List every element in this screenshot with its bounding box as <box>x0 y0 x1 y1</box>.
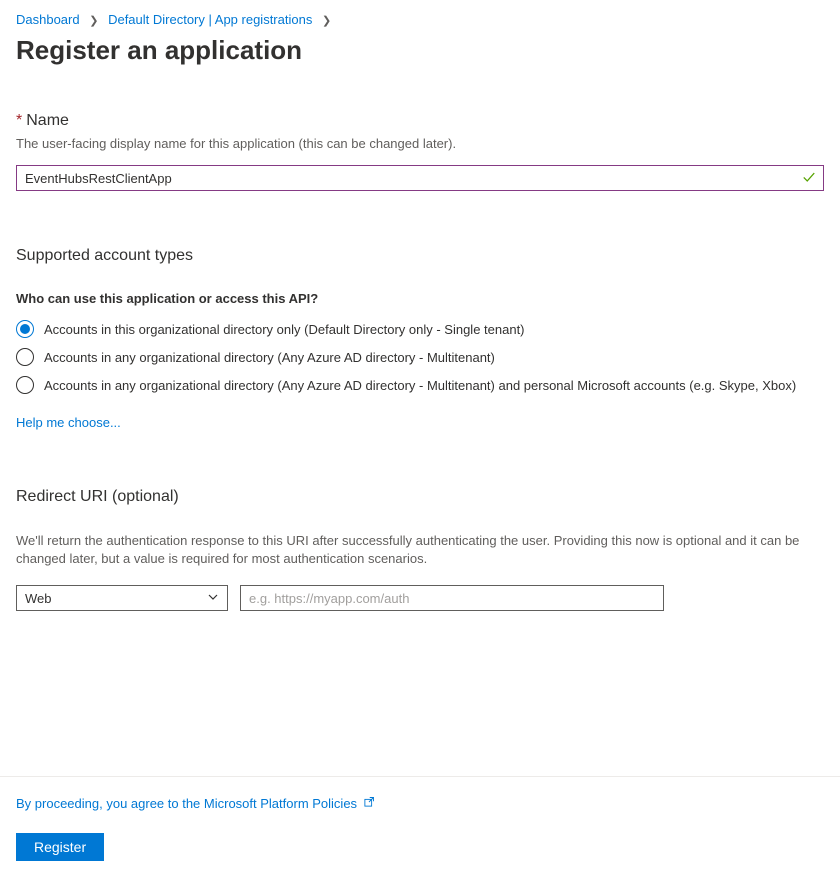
register-button[interactable]: Register <box>16 833 104 861</box>
radio-single-tenant[interactable]: Accounts in this organizational director… <box>16 320 824 338</box>
radio-label: Accounts in any organizational directory… <box>44 378 796 393</box>
radio-icon <box>16 320 34 338</box>
checkmark-icon <box>802 170 816 187</box>
chevron-down-icon <box>207 591 219 606</box>
page-title: Register an application <box>16 35 824 66</box>
radio-multitenant[interactable]: Accounts in any organizational directory… <box>16 348 824 366</box>
platform-policies-link[interactable]: By proceeding, you agree to the Microsof… <box>16 796 375 811</box>
external-link-icon <box>363 796 375 811</box>
chevron-right-icon: ❯ <box>322 15 331 27</box>
select-value: Web <box>25 591 52 606</box>
help-me-choose-link[interactable]: Help me choose... <box>16 415 121 430</box>
name-description: The user-facing display name for this ap… <box>16 136 824 151</box>
radio-icon <box>16 376 34 394</box>
required-indicator: * <box>16 112 22 129</box>
chevron-right-icon: ❯ <box>89 15 98 27</box>
footer: By proceeding, you agree to the Microsof… <box>0 776 840 861</box>
breadcrumb-directory[interactable]: Default Directory | App registrations <box>108 12 312 27</box>
redirect-uri-input[interactable] <box>240 585 664 611</box>
account-types-radio-group: Accounts in this organizational director… <box>16 320 824 394</box>
radio-label: Accounts in this organizational director… <box>44 322 525 337</box>
name-label: *Name <box>16 112 824 130</box>
redirect-uri-heading: Redirect URI (optional) <box>16 488 824 506</box>
redirect-uri-description: We'll return the authentication response… <box>16 532 816 567</box>
radio-label: Accounts in any organizational directory… <box>44 350 495 365</box>
radio-icon <box>16 348 34 366</box>
redirect-type-select[interactable]: Web <box>16 585 228 611</box>
breadcrumb: Dashboard ❯ Default Directory | App regi… <box>16 12 824 27</box>
account-types-question: Who can use this application or access t… <box>16 291 824 306</box>
breadcrumb-dashboard[interactable]: Dashboard <box>16 12 80 27</box>
account-types-heading: Supported account types <box>16 247 824 265</box>
radio-multitenant-personal[interactable]: Accounts in any organizational directory… <box>16 376 824 394</box>
name-input[interactable] <box>16 165 824 191</box>
